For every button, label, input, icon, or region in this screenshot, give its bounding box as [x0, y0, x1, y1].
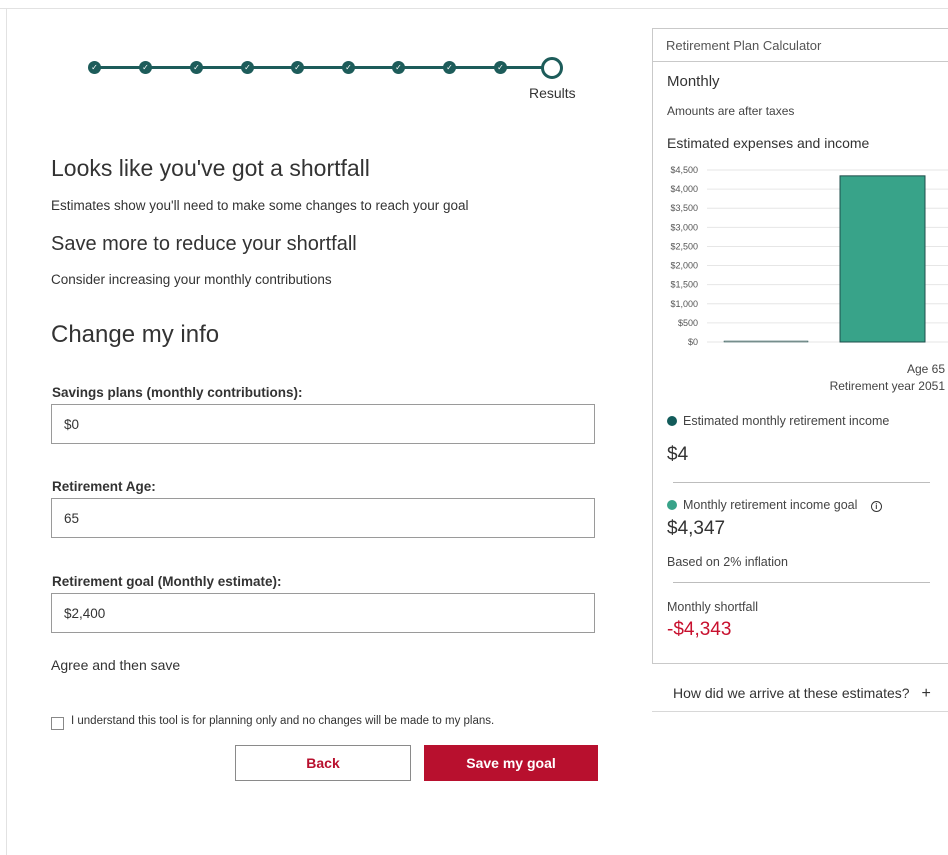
goal-legend-text: Monthly retirement income goal: [683, 498, 858, 512]
panel-divider: [673, 482, 930, 483]
chart-y-tick-label: $1,000: [670, 299, 698, 309]
income-legend: Estimated monthly retirement income: [667, 414, 889, 428]
back-button[interactable]: Back: [235, 745, 411, 781]
chart-bar-goal: [839, 175, 926, 343]
chart-age-label: Age 65: [906, 362, 945, 376]
chart-y-tick-label: $3,000: [670, 222, 698, 232]
expand-plus-icon[interactable]: +: [921, 685, 930, 702]
chart-y-tick-label: $0: [688, 337, 698, 347]
step-results-label: Results: [529, 85, 576, 101]
step-complete-check-icon: ✓: [291, 61, 304, 74]
stepper-line: [94, 66, 548, 69]
shortfall-label: Monthly shortfall: [667, 600, 759, 614]
how-estimates-link-text[interactable]: How did we arrive at these estimates?: [673, 685, 910, 701]
save-more-subtext: Consider increasing your monthly contrib…: [51, 272, 332, 287]
step-complete-check-icon: ✓: [139, 61, 152, 74]
chart-heading: Estimated expenses and income: [667, 135, 870, 151]
income-legend-text: Estimated monthly retirement income: [683, 414, 890, 428]
chart-y-tick-label: $2,500: [670, 241, 698, 251]
retirement-age-label: Retirement Age:: [52, 479, 156, 494]
panel-divider: [673, 582, 930, 583]
chart-y-tick-label: $2,000: [670, 261, 698, 271]
agree-heading: Agree and then save: [51, 657, 181, 673]
savings-plans-input[interactable]: [51, 404, 595, 444]
goal-value: $4,347: [667, 518, 726, 539]
how-divider: [652, 711, 948, 712]
shortfall-subtext: Estimates show you'll need to make some …: [51, 198, 469, 213]
income-value: $4: [667, 444, 689, 465]
chart-y-tick-label: $1,500: [670, 280, 698, 290]
inflation-note: Based on 2% inflation: [667, 555, 788, 569]
after-taxes-note: Amounts are after taxes: [667, 104, 795, 118]
savings-plans-label: Savings plans (monthly contributions):: [52, 385, 303, 400]
step-complete-check-icon: ✓: [342, 61, 355, 74]
chart-y-tick-label: $500: [678, 318, 698, 328]
step-complete-check-icon: ✓: [190, 61, 203, 74]
income-legend-dot: [667, 416, 677, 426]
chart-y-tick-label: $4,000: [670, 184, 698, 194]
chart-y-tick-label: $3,500: [670, 203, 698, 213]
page-frame-left: [6, 8, 7, 855]
agree-checkbox[interactable]: [51, 717, 64, 730]
change-info-heading: Change my info: [51, 321, 220, 348]
period-label: Monthly: [667, 73, 720, 90]
retirement-age-input[interactable]: [51, 498, 595, 538]
agree-checkbox-label[interactable]: I understand this tool is for planning o…: [71, 715, 494, 727]
info-icon[interactable]: i: [870, 501, 882, 512]
chart-retirement-year-label: Retirement year 2051: [829, 379, 945, 393]
page-frame-top: [0, 8, 948, 9]
how-estimates-link[interactable]: How did we arrive at these estimates? +: [673, 685, 931, 703]
retirement-goal-input[interactable]: [51, 593, 595, 633]
step-complete-check-icon: ✓: [392, 61, 405, 74]
save-goal-button[interactable]: Save my goal: [424, 745, 598, 781]
step-current-circle-icon: [541, 57, 563, 79]
chart-bar-income: [723, 340, 809, 343]
panel-title: Retirement Plan Calculator: [653, 29, 948, 62]
expenses-income-chart: $4,500 $4,000 $3,500 $3,000 $2,500 $2,000 $1,5…: [670, 165, 948, 347]
step-complete-check-icon: ✓: [88, 61, 101, 74]
step-complete-check-icon: ✓: [494, 61, 507, 74]
shortfall-heading: Looks like you've got a shortfall: [51, 155, 370, 181]
step-complete-check-icon: ✓: [241, 61, 254, 74]
chart-y-tick-label: $4,500: [670, 165, 698, 175]
progress-stepper: ✓ ✓ ✓ ✓ ✓ ✓ ✓ ✓ ✓: [86, 57, 563, 79]
goal-legend: Monthly retirement income goal i: [667, 498, 882, 512]
goal-legend-dot: [667, 500, 677, 510]
save-more-heading: Save more to reduce your shortfall: [51, 233, 357, 255]
retirement-goal-label: Retirement goal (Monthly estimate):: [52, 574, 282, 589]
shortfall-value: -$4,343: [667, 619, 732, 640]
step-complete-check-icon: ✓: [443, 61, 456, 74]
